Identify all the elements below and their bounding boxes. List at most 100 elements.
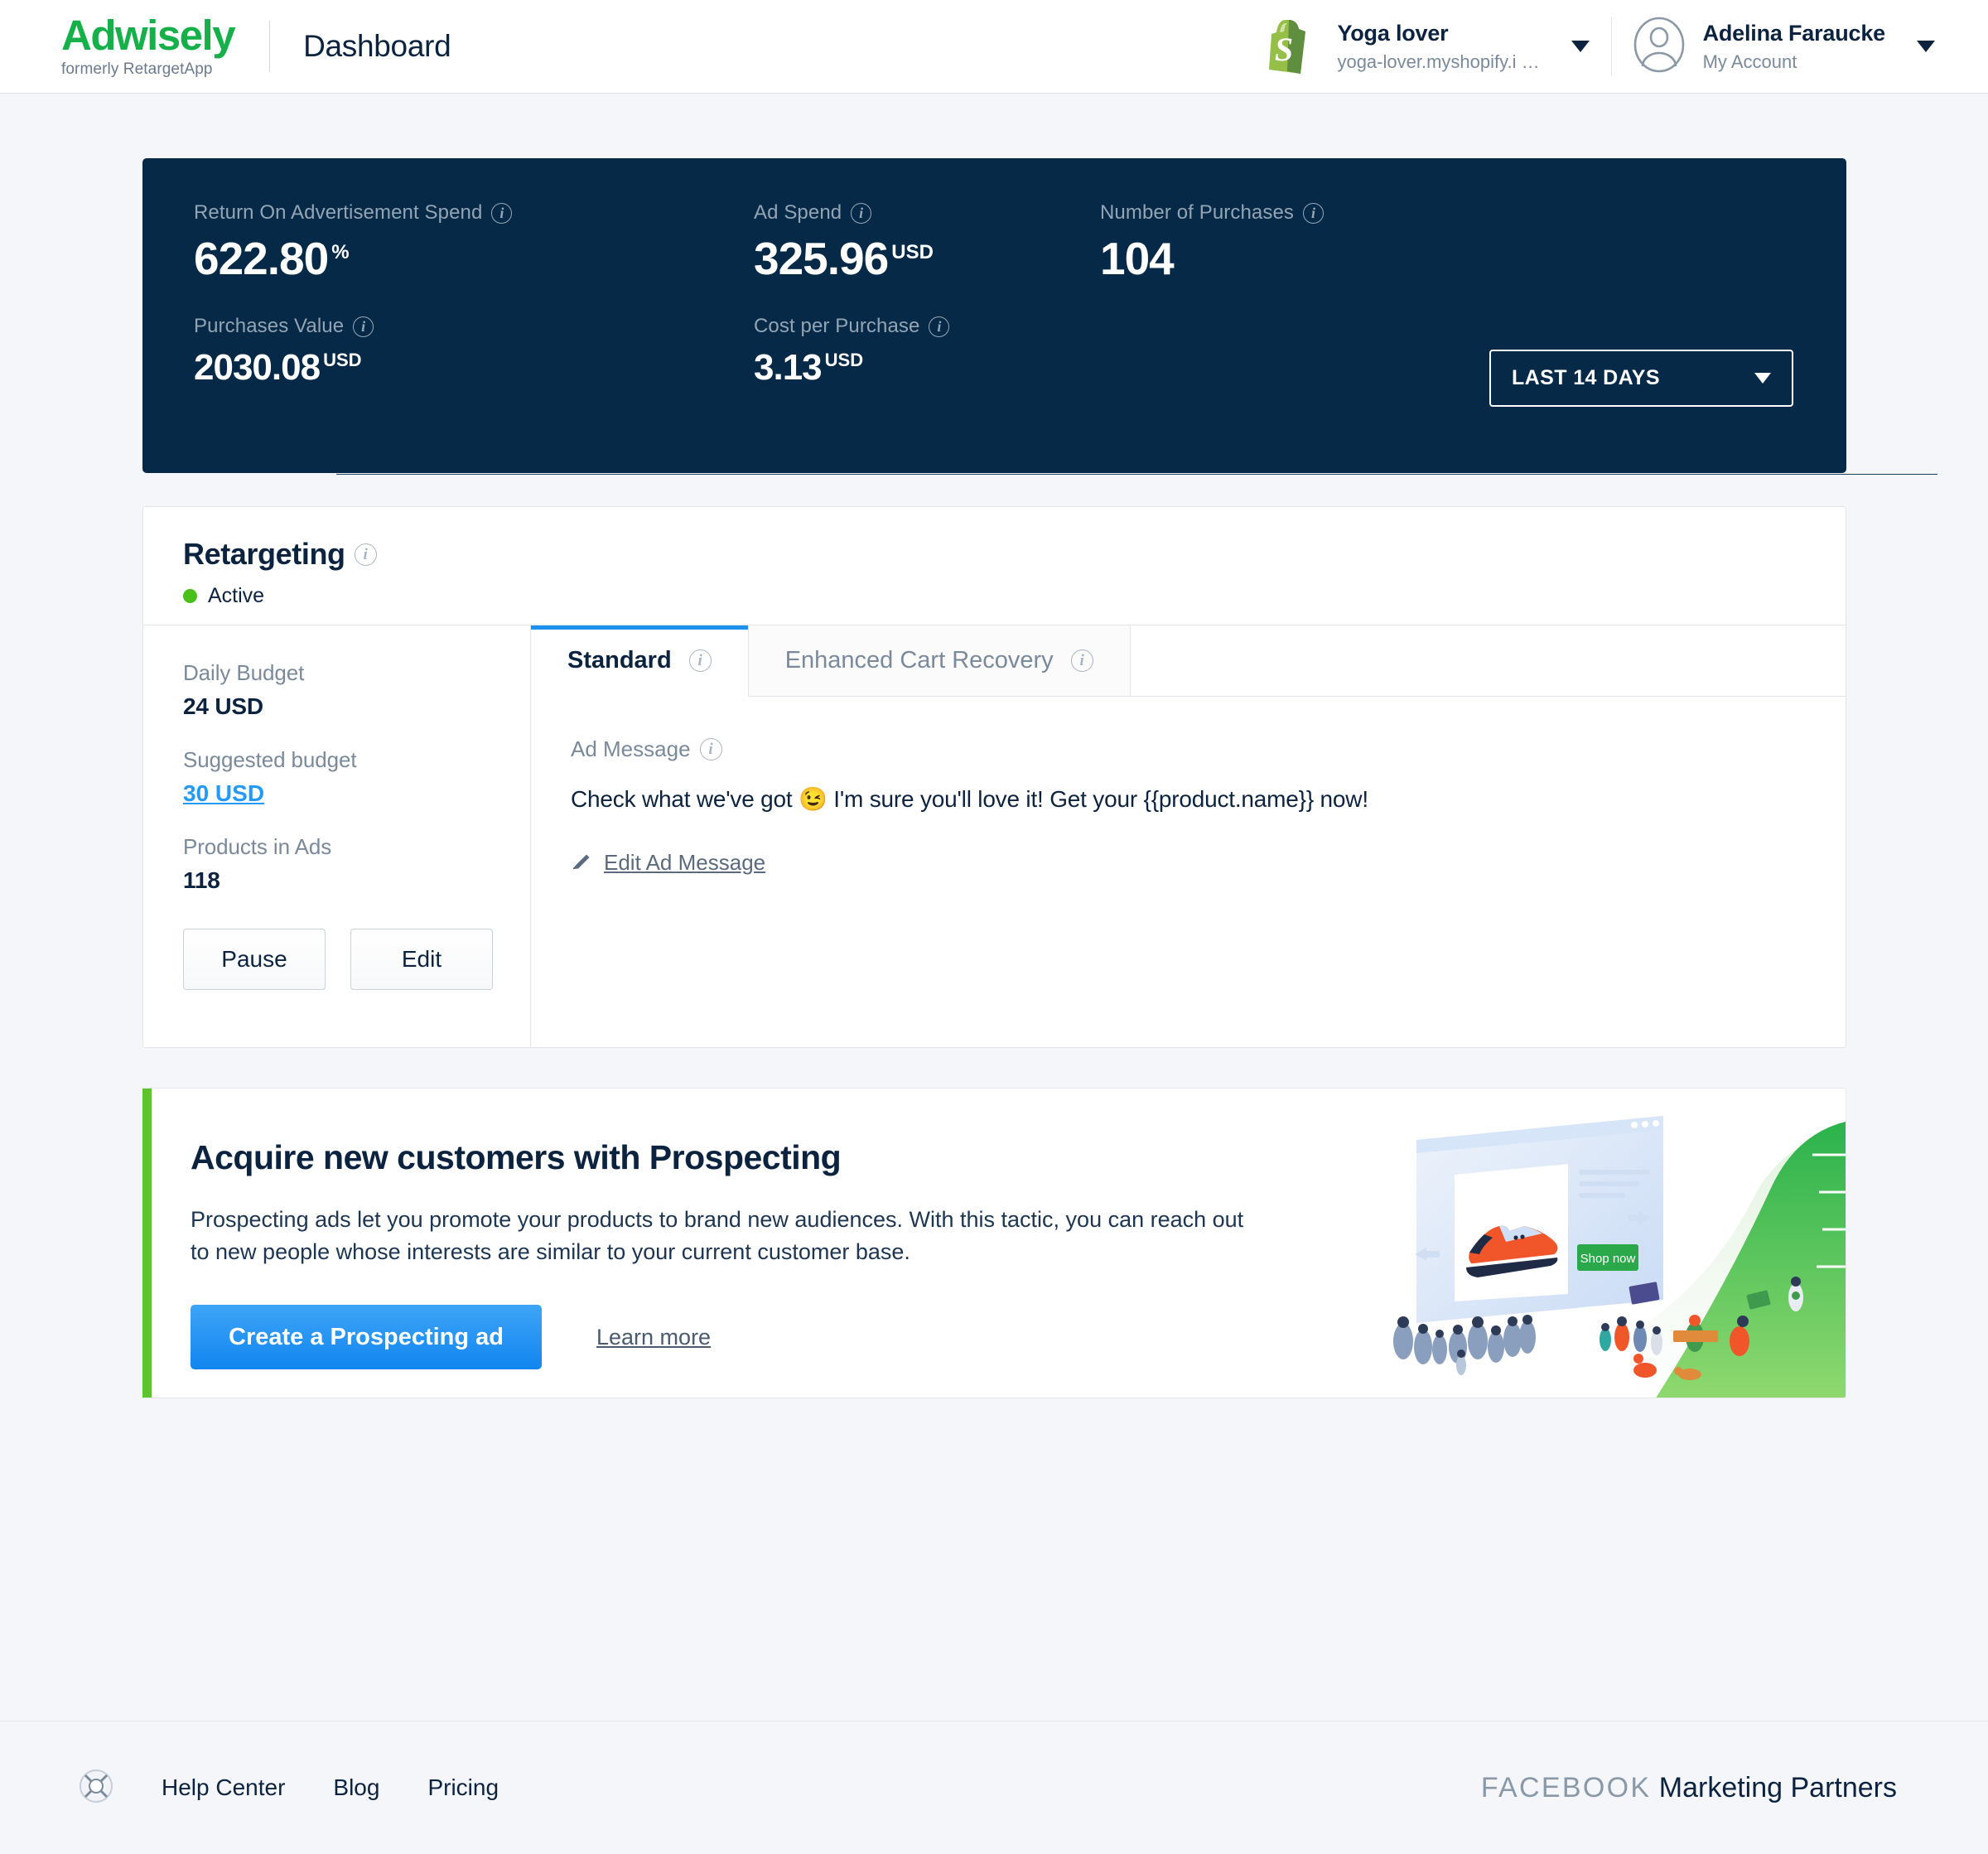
retargeting-actions: Pause Edit bbox=[183, 929, 530, 990]
footer-link-pricing[interactable]: Pricing bbox=[427, 1774, 499, 1801]
edit-ad-message-link[interactable]: Edit Ad Message bbox=[571, 850, 1846, 876]
chevron-down-icon-account[interactable] bbox=[1917, 41, 1935, 52]
info-icon-purchases[interactable]: i bbox=[1303, 202, 1325, 224]
standard-tab-panel: Ad Message i Check what we've got 😉 I'm … bbox=[531, 697, 1846, 876]
tab-standard[interactable]: Standard i bbox=[531, 625, 749, 697]
stat-roas-label: Return On Advertisement Spend i bbox=[194, 201, 754, 225]
stat-ad-spend: Ad Spend i 325.96 USD bbox=[754, 201, 1100, 282]
stat-cost-per-purchase: Cost per Purchase i 3.13 USD bbox=[754, 315, 950, 386]
field-products-in-ads: Products in Ads 118 bbox=[183, 834, 530, 894]
stat-purchases-value-label-text: Purchases Value bbox=[194, 315, 345, 337]
account-sub: My Account bbox=[1702, 51, 1797, 72]
marketing-partners-text: Marketing Partners bbox=[1658, 1771, 1897, 1803]
tab-enhanced-cart-recovery[interactable]: Enhanced Cart Recovery i bbox=[748, 625, 1131, 696]
pencil-icon bbox=[571, 852, 592, 873]
header-right: S Yoga lover yoga-lover.myshopify.i … Ad… bbox=[1267, 15, 1988, 79]
stat-purchases-number: 104 bbox=[1100, 233, 1175, 284]
info-icon-cost-per-purchase[interactable]: i bbox=[929, 316, 950, 337]
chevron-down-icon-store[interactable] bbox=[1571, 41, 1590, 52]
edit-button[interactable]: Edit bbox=[350, 929, 493, 990]
stats-panel: Return On Advertisement Spend i 622.80% … bbox=[142, 158, 1937, 475]
stat-cpp-label-text: Cost per Purchase bbox=[754, 315, 920, 337]
stat-ad-spend-value: 325.96 USD bbox=[754, 236, 1100, 282]
account-texts: Adelina Faraucke My Account bbox=[1702, 20, 1886, 73]
stat-purchases-label: Number of Purchases i bbox=[1100, 201, 1325, 225]
status-badge: Active bbox=[208, 584, 265, 607]
chevron-down-icon-date-range bbox=[1754, 373, 1771, 384]
footer-link-help-center[interactable]: Help Center bbox=[162, 1774, 285, 1801]
pause-button[interactable]: Pause bbox=[183, 929, 326, 990]
create-prospecting-ad-button[interactable]: Create a Prospecting ad bbox=[191, 1305, 542, 1370]
ad-message-text: Check what we've got 😉 I'm sure you'll l… bbox=[571, 786, 1368, 812]
header-separator bbox=[1610, 17, 1612, 76]
info-icon-ad-spend[interactable]: i bbox=[851, 202, 872, 224]
lifebuoy-icon[interactable] bbox=[79, 1769, 113, 1808]
avatar-icon bbox=[1633, 17, 1685, 77]
logo-tagline: formerly RetargetApp bbox=[61, 60, 213, 78]
learn-more-link[interactable]: Learn more bbox=[596, 1325, 711, 1350]
retargeting-status: Active bbox=[183, 584, 1846, 608]
info-icon-purchases-value[interactable]: i bbox=[353, 316, 374, 337]
prospecting-description: Prospecting ads let you promote your pro… bbox=[191, 1207, 1244, 1265]
stat-roas-label-text: Return On Advertisement Spend bbox=[194, 201, 483, 224]
info-icon-roas[interactable]: i bbox=[491, 202, 513, 224]
info-icon-enhanced-cart-recovery[interactable]: i bbox=[1070, 649, 1093, 672]
stat-roas-number: 622.80 bbox=[194, 233, 329, 284]
edit-ad-message-label: Edit Ad Message bbox=[604, 849, 766, 875]
stat-cpp-label: Cost per Purchase i bbox=[754, 315, 950, 338]
date-range-select[interactable]: LAST 14 DAYS bbox=[1489, 350, 1793, 407]
dashboard-page: Adwisely formerly RetargetApp Dashboard … bbox=[0, 0, 1988, 1854]
tab-enhanced-cart-recovery-label: Enhanced Cart Recovery bbox=[784, 647, 1054, 674]
stat-roas-value: 622.80% bbox=[194, 236, 754, 282]
stat-purchases: Number of Purchases i 104 bbox=[1100, 201, 1325, 282]
stat-roas: Return On Advertisement Spend i 622.80% bbox=[194, 201, 754, 282]
stat-purchases-value-group: Purchases Value i 2030.08 USD bbox=[194, 315, 754, 386]
retargeting-summary: Daily Budget 24 USD Suggested budget 30 … bbox=[143, 625, 531, 1048]
info-icon-retargeting[interactable]: i bbox=[354, 543, 377, 566]
footer-link-blog[interactable]: Blog bbox=[333, 1774, 379, 1801]
stat-ad-spend-label: Ad Spend i bbox=[754, 201, 1100, 225]
facebook-wordmark: FACEBOOK bbox=[1480, 1771, 1652, 1803]
footer-links: Help Center Blog Pricing bbox=[0, 1769, 499, 1808]
info-icon-standard[interactable]: i bbox=[688, 649, 712, 672]
retargeting-title: Retargeting bbox=[183, 537, 345, 571]
brand-divider bbox=[269, 21, 271, 72]
info-icon-ad-message[interactable]: i bbox=[699, 738, 722, 760]
store-switcher[interactable]: S Yoga lover yoga-lover.myshopify.i … bbox=[1267, 15, 1590, 79]
stat-purchases-value: 104 bbox=[1100, 236, 1324, 282]
stat-purchases-value-number-group: 2030.08 USD bbox=[194, 350, 754, 386]
stats-divider bbox=[336, 474, 1937, 475]
date-range-label: LAST 14 DAYS bbox=[1512, 366, 1660, 389]
account-menu[interactable]: Adelina Faraucke My Account bbox=[1633, 17, 1935, 77]
store-texts: Yoga lover yoga-lover.myshopify.i … bbox=[1337, 20, 1539, 73]
prospecting-banner: Shop now Acquire new customers with Pros… bbox=[142, 1088, 1846, 1398]
prospecting-title: Acquire new customers with Prospecting bbox=[191, 1138, 842, 1176]
suggested-budget-link[interactable]: 30 USD bbox=[183, 780, 264, 807]
brand-area: Adwisely formerly RetargetApp Dashboard bbox=[0, 14, 451, 79]
retargeting-card: Retargeting i Active Daily Budget 24 USD… bbox=[142, 506, 1846, 1048]
stat-ad-spend-number: 325.96 bbox=[754, 233, 889, 284]
app-footer: Help Center Blog Pricing FACEBOOK Market… bbox=[0, 1721, 1988, 1854]
prospecting-actions: Create a Prospecting ad Learn more bbox=[191, 1305, 1846, 1370]
stat-roas-unit: % bbox=[331, 240, 350, 263]
tab-bar: Standard i Enhanced Cart Recovery i bbox=[531, 625, 1846, 697]
logo-wordmark: Adwisely bbox=[61, 12, 236, 59]
field-daily-budget: Daily Budget 24 USD bbox=[183, 660, 530, 720]
app-header: Adwisely formerly RetargetApp Dashboard … bbox=[0, 0, 1988, 94]
stat-purchases-value-unit: USD bbox=[323, 350, 362, 371]
retargeting-title-row: Retargeting i bbox=[183, 537, 1846, 572]
ad-message-label-row: Ad Message i bbox=[571, 736, 1846, 762]
adwisely-logo[interactable]: Adwisely formerly RetargetApp bbox=[61, 12, 236, 79]
stat-cpp-value: 3.13 USD bbox=[754, 350, 949, 386]
stats-row-primary: Return On Advertisement Spend i 622.80% … bbox=[142, 158, 1846, 282]
ad-message-label: Ad Message bbox=[571, 736, 691, 761]
stat-cpp-unit: USD bbox=[824, 350, 864, 371]
products-in-ads-label: Products in Ads bbox=[183, 834, 332, 859]
field-suggested-budget: Suggested budget 30 USD bbox=[183, 747, 530, 807]
stat-ad-spend-unit: USD bbox=[891, 240, 934, 263]
retargeting-tab-area: Standard i Enhanced Cart Recovery i Ad M… bbox=[531, 625, 1846, 1048]
stat-purchases-value-label: Purchases Value i bbox=[194, 315, 754, 338]
page-title: Dashboard bbox=[303, 29, 451, 63]
svg-text:S: S bbox=[1275, 31, 1293, 68]
daily-budget-value: 24 USD bbox=[183, 693, 263, 719]
